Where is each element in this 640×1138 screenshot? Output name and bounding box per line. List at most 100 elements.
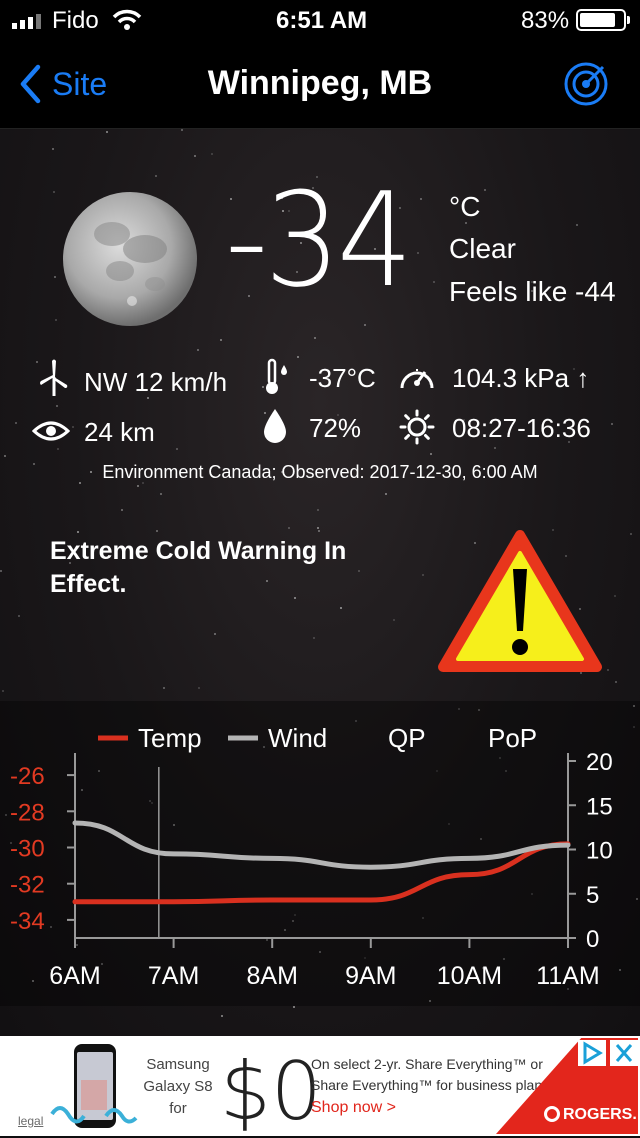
star: [211, 153, 213, 155]
ad-close-icon[interactable]: [610, 1040, 638, 1066]
star: [18, 615, 20, 617]
left-tick-label: -34: [10, 908, 45, 935]
x-tick-label: 9AM: [345, 962, 396, 990]
right-tick-label: 0: [586, 926, 599, 953]
right-tick-label: 10: [586, 838, 613, 865]
ad-price: $0: [220, 1045, 322, 1138]
left-tick-label: -32: [10, 872, 45, 899]
star: [607, 669, 609, 671]
pressure-gauge-icon: [400, 369, 434, 389]
star: [137, 485, 139, 487]
star: [494, 447, 496, 449]
warning-text[interactable]: Extreme Cold Warning In Effect.: [50, 535, 410, 601]
current-temperature: -34: [225, 164, 413, 316]
star: [318, 530, 320, 532]
star: [615, 681, 617, 683]
battery-icon: [576, 9, 626, 31]
star: [576, 224, 578, 226]
star: [156, 530, 158, 532]
series-line-wind: [72, 820, 571, 870]
battery-percent: 83%: [521, 7, 570, 34]
observation-source: Environment Canada; Observed: 2017-12-30…: [102, 462, 538, 482]
star: [484, 189, 486, 191]
star: [176, 448, 178, 450]
star: [220, 339, 222, 341]
star: [2, 690, 4, 692]
ad-legal-link[interactable]: legal: [18, 1114, 43, 1128]
x-tick-label: 8AM: [246, 962, 297, 990]
star: [4, 455, 6, 457]
star: [293, 1006, 295, 1008]
carrier-name: Fido: [52, 7, 99, 34]
visibility-value: 24 km: [84, 417, 155, 447]
wind-value: NW 12 km/h: [84, 367, 228, 397]
page-title: Winnipeg, MB: [207, 64, 433, 102]
temperature-unit: °C: [449, 191, 481, 222]
humidity-drop-icon: [264, 409, 286, 443]
condition-text: Clear: [449, 233, 516, 264]
ad-device-text: Samsung Galaxy S8 for: [143, 1056, 213, 1117]
star: [364, 324, 366, 326]
star: [15, 422, 17, 424]
star: [121, 509, 123, 511]
dewpoint-value: -37°C: [309, 363, 376, 393]
x-tick-label: 7AM: [148, 962, 199, 990]
star: [55, 319, 57, 321]
dewpoint-thermometer-icon: [266, 358, 287, 394]
star: [611, 423, 613, 425]
star: [313, 637, 315, 639]
star: [194, 155, 196, 157]
star: [420, 198, 422, 200]
right-tick-label: 20: [586, 749, 613, 776]
status-bar: Fido 6:51 AM 83%: [0, 0, 640, 42]
star: [430, 453, 432, 455]
star: [393, 619, 395, 621]
star: [314, 337, 316, 339]
star: [417, 252, 419, 254]
navigation-bar: Site Winnipeg, MB: [0, 42, 640, 129]
legend-label-wind: Wind: [268, 723, 327, 753]
star: [198, 687, 200, 689]
pressure-value: 104.3 kPa ↑: [452, 363, 590, 393]
left-tick-label: -26: [10, 763, 45, 790]
ad-offer-line2: Share Everything™ for business plans.: [311, 1077, 554, 1093]
warning-triangle-icon[interactable]: [437, 529, 603, 675]
forecast-chart-panel: Temp Wind QP PoP 6AM 7AM 8AM 9AM 10AM 11AM -26 -28…: [0, 701, 640, 1006]
ad-shop-now-link[interactable]: Shop now >: [311, 1099, 396, 1117]
right-tick-label: 5: [586, 882, 599, 909]
left-tick-label: -28: [10, 799, 45, 826]
star: [53, 191, 55, 193]
radar-icon[interactable]: [563, 61, 609, 107]
star: [317, 527, 319, 529]
star: [54, 276, 56, 278]
ad-offer-line1: On select 2-yr. Share Everything™ or: [311, 1056, 543, 1072]
star: [77, 531, 79, 533]
legend-label-pop: PoP: [488, 723, 537, 753]
feels-like-text: Feels like -44: [449, 276, 616, 307]
star: [106, 131, 108, 133]
battery-tip: [627, 16, 630, 24]
star: [630, 533, 632, 535]
star: [155, 175, 157, 177]
ad-brand: ROGERS.: [563, 1106, 637, 1123]
x-tick-label: 6AM: [49, 962, 100, 990]
adchoices-icon[interactable]: [578, 1040, 606, 1066]
sunrise-sunset-value: 08:27-16:36: [452, 413, 591, 443]
left-tick-label: -30: [10, 836, 45, 863]
rogers-logo-icon: [544, 1106, 560, 1122]
star: [422, 574, 424, 576]
star: [163, 687, 165, 689]
star: [317, 509, 319, 511]
star: [160, 493, 162, 495]
star: [288, 527, 290, 529]
star: [214, 633, 216, 635]
wind-turbine-icon: [40, 359, 68, 396]
star: [181, 129, 183, 131]
signal-icon: [12, 14, 41, 29]
x-tick-label: 11AM: [536, 962, 599, 990]
ad-banner[interactable]: legal Samsung Galaxy S8 for $0 On select…: [0, 1036, 640, 1136]
star: [340, 607, 342, 609]
x-tick-label: 10AM: [437, 962, 502, 990]
star: [433, 281, 435, 283]
star: [57, 448, 59, 450]
